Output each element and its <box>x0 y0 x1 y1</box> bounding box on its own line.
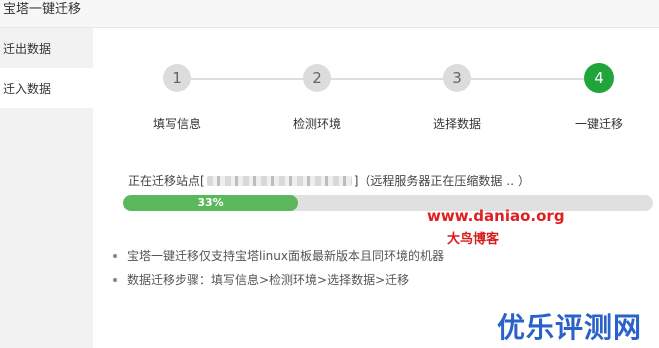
step-1-indicator: 1 <box>163 64 191 92</box>
step-connector <box>471 78 584 80</box>
step-connector <box>331 78 444 80</box>
sidebar-item-export[interactable]: 迁出数据 <box>0 28 93 68</box>
sidebar-item-import[interactable]: 迁入数据 <box>0 68 93 108</box>
migration-progress-bar: 33% <box>123 195 653 211</box>
status-prefix: 正在迁移站点[ <box>128 174 205 188</box>
window-title: 宝塔一键迁移 <box>3 2 82 17</box>
migration-status: 正在迁移站点[ ]（远程服务器正在压缩数据 ‥ ） <box>128 172 530 189</box>
progress-label: 33% <box>197 196 224 209</box>
sidebar-item-label: 迁入数据 <box>3 82 52 96</box>
note-item: 宝塔一键迁移仅支持宝塔linux面板最新版本且同环境的机器 <box>113 247 444 271</box>
step-connector <box>191 78 304 80</box>
step-2-indicator: 2 <box>303 64 331 92</box>
watermark-blog-name: 大鸟博客 <box>447 232 500 247</box>
step-3-indicator: 3 <box>443 64 471 92</box>
step-4-indicator: 4 <box>584 63 614 93</box>
status-suffix: ]（远程服务器正在压缩数据 ‥ ） <box>353 174 531 188</box>
step-1-label: 填写信息 <box>152 117 201 131</box>
note-item: 数据迁移步骤：填写信息>检测环境>选择数据>迁移 <box>113 271 444 295</box>
step-4-label: 一键迁移 <box>574 117 623 131</box>
watermark-brand: 优乐评测网 <box>497 311 643 344</box>
migration-notes: 宝塔一键迁移仅支持宝塔linux面板最新版本且同环境的机器 数据迁移步骤：填写信… <box>113 247 444 295</box>
sidebar: 迁出数据 迁入数据 <box>0 28 93 348</box>
migration-panel: 1 2 3 4 填写信息 检测环境 选择数据 一键迁移 正在迁移站点[ ]（远程服… <box>93 28 659 348</box>
title-bar: 宝塔一键迁移 <box>0 0 659 28</box>
sidebar-item-label: 迁出数据 <box>3 42 52 56</box>
step-3-label: 选择数据 <box>432 117 481 131</box>
redacted-site-name <box>206 176 352 186</box>
step-2-label: 检测环境 <box>292 117 341 131</box>
watermark-site: www.daniao.org <box>427 207 565 225</box>
